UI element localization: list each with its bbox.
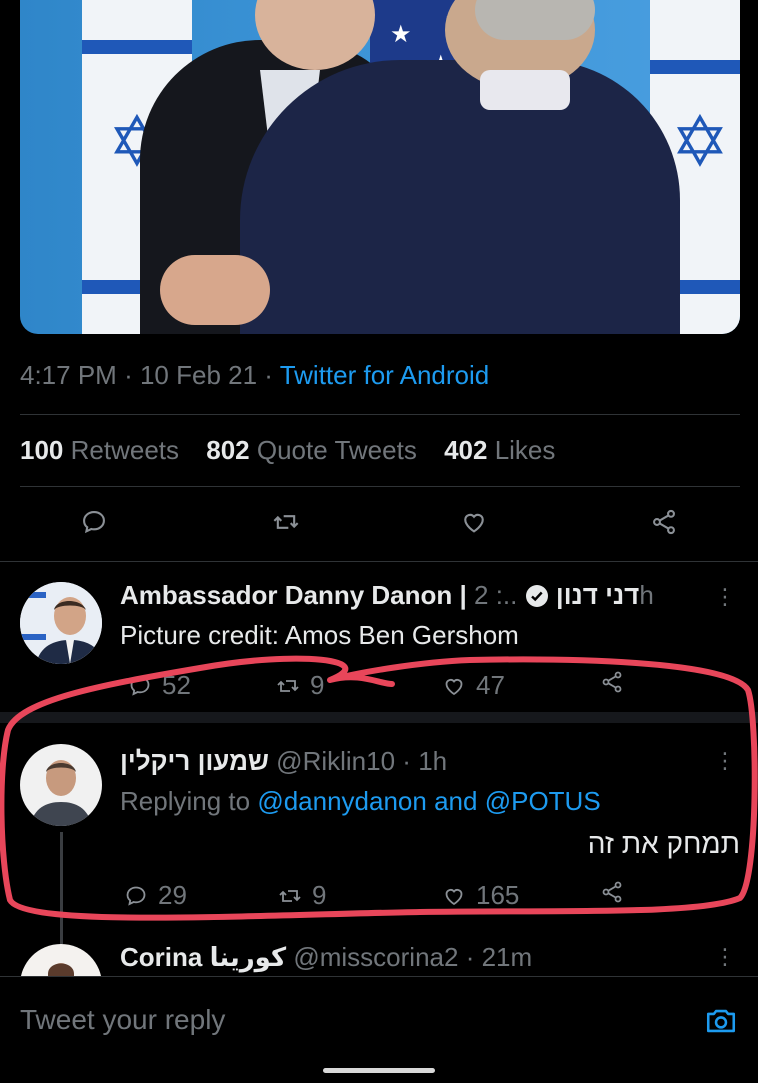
reply-count: 29	[158, 880, 187, 910]
avatar[interactable]	[20, 582, 102, 664]
like-button[interactable]: 165	[442, 880, 519, 911]
author-handle[interactable]: @misscorina2	[293, 942, 458, 972]
tweet-source-link[interactable]: Twitter for Android	[280, 360, 490, 390]
author-name[interactable]: שמעון ריקלין	[120, 746, 269, 776]
reply-name-line: Ambassador Danny Danon | דני דנון ..: 2h	[120, 580, 654, 610]
retweet-count: 9	[312, 880, 327, 910]
thread-separator	[0, 712, 758, 723]
quotes-count: 802	[206, 435, 250, 465]
retweet-button[interactable]: 9	[276, 670, 324, 701]
likes-stat[interactable]: 402 Likes	[444, 435, 555, 465]
quotes-label: Quote Tweets	[256, 435, 417, 465]
share-button[interactable]	[600, 880, 624, 904]
author-handle[interactable]: @Riklin10	[276, 746, 395, 776]
retweet-icon	[273, 515, 299, 529]
retweet-button[interactable]: 9	[278, 880, 326, 911]
replying-to: Replying to @dannydanon and @POTUS	[120, 786, 601, 817]
tweet-photo[interactable]: ✡ ★★ ★★ ★★ ✡	[20, 0, 740, 334]
reply-name-line: Corina كورينا @misscorina2 · 21m	[120, 942, 533, 972]
reply-icon	[83, 511, 105, 534]
reply-button[interactable]	[80, 508, 108, 536]
retweets-stat[interactable]: 100 Retweets	[20, 435, 179, 465]
retweet-icon	[277, 679, 299, 692]
verified-badge-icon	[525, 585, 548, 607]
divider	[0, 976, 758, 977]
person-right-collar	[480, 70, 570, 110]
thread-line	[60, 934, 63, 944]
reply-text: Picture credit: Amos Ben Gershom	[120, 620, 519, 650]
reply-button[interactable]: 52	[128, 670, 191, 701]
share-button[interactable]	[600, 670, 624, 694]
reply-name-line: שמעון ריקלין @Riklin10 · 1h	[120, 746, 448, 776]
reply-tweet[interactable]: Ambassador Danny Danon | דני דנון ..: 2h…	[0, 562, 758, 710]
divider	[20, 486, 740, 487]
retweet-count: 9	[310, 670, 325, 700]
heart-icon	[445, 678, 463, 695]
reply-time: 21m	[481, 942, 533, 972]
divider	[20, 414, 740, 415]
tweet-time: 4:17 PM	[20, 360, 117, 390]
mention-link[interactable]: @dannydanon	[257, 786, 427, 816]
likes-count: 402	[444, 435, 488, 465]
more-options-icon[interactable]: ⋮	[714, 584, 736, 610]
reply-input[interactable]: Tweet your reply	[20, 1004, 225, 1036]
tweet-action-bar	[0, 508, 758, 548]
person-right-hair	[475, 0, 595, 40]
reply-button[interactable]: 29	[124, 880, 187, 911]
more-options-icon[interactable]: ⋮	[714, 944, 736, 970]
quotes-stat[interactable]: 802 Quote Tweets	[206, 435, 417, 465]
reply-text: תמחק את זה	[587, 828, 740, 859]
tweet-date: 10 Feb 21	[139, 360, 258, 390]
avatar[interactable]	[20, 944, 102, 976]
retweets-label: Retweets	[70, 435, 180, 465]
author-name[interactable]: Corina كورينا	[120, 942, 286, 972]
retweets-count: 100	[20, 435, 64, 465]
like-button[interactable]: 47	[442, 670, 505, 701]
reply-count: 52	[162, 670, 191, 700]
like-count: 47	[476, 670, 505, 700]
likes-label: Likes	[494, 435, 556, 465]
replying-label: Replying to	[120, 786, 251, 816]
person-right	[240, 60, 680, 334]
thread-line	[60, 832, 63, 934]
share-icon	[602, 671, 622, 693]
handshake-hand	[160, 255, 270, 325]
home-indicator[interactable]	[323, 1068, 435, 1073]
share-icon	[602, 881, 622, 903]
avatar[interactable]	[20, 744, 102, 826]
reply-icon	[130, 676, 150, 696]
mention-link[interactable]: @POTUS	[485, 786, 601, 816]
tweet-meta: 4:17 PM · 10 Feb 21 · Twitter for Androi…	[20, 360, 490, 390]
reply-tweet[interactable]: שמעון ריקלין @Riklin10 · 1h ⋮ Replying t…	[0, 724, 758, 934]
share-button[interactable]	[650, 508, 678, 536]
like-count: 165	[476, 880, 520, 910]
tweet-stats: 100 Retweets 802 Quote Tweets 402 Likes	[20, 435, 555, 466]
heart-icon	[445, 888, 463, 905]
retweet-button[interactable]	[272, 508, 300, 536]
heart-icon	[464, 513, 484, 533]
reply-tweet[interactable]: Corina كورينا @misscorina2 · 21m ⋮	[0, 934, 758, 976]
author-name[interactable]: Ambassador Danny Danon | דני דנון	[120, 580, 639, 610]
and-label: and	[434, 786, 478, 816]
retweet-icon	[279, 889, 301, 902]
reply-time: 1h	[418, 746, 448, 776]
camera-icon[interactable]	[704, 1004, 738, 1038]
like-button[interactable]	[460, 508, 488, 536]
more-options-icon[interactable]: ⋮	[714, 748, 736, 774]
reply-icon	[126, 886, 146, 906]
share-icon	[653, 509, 675, 535]
